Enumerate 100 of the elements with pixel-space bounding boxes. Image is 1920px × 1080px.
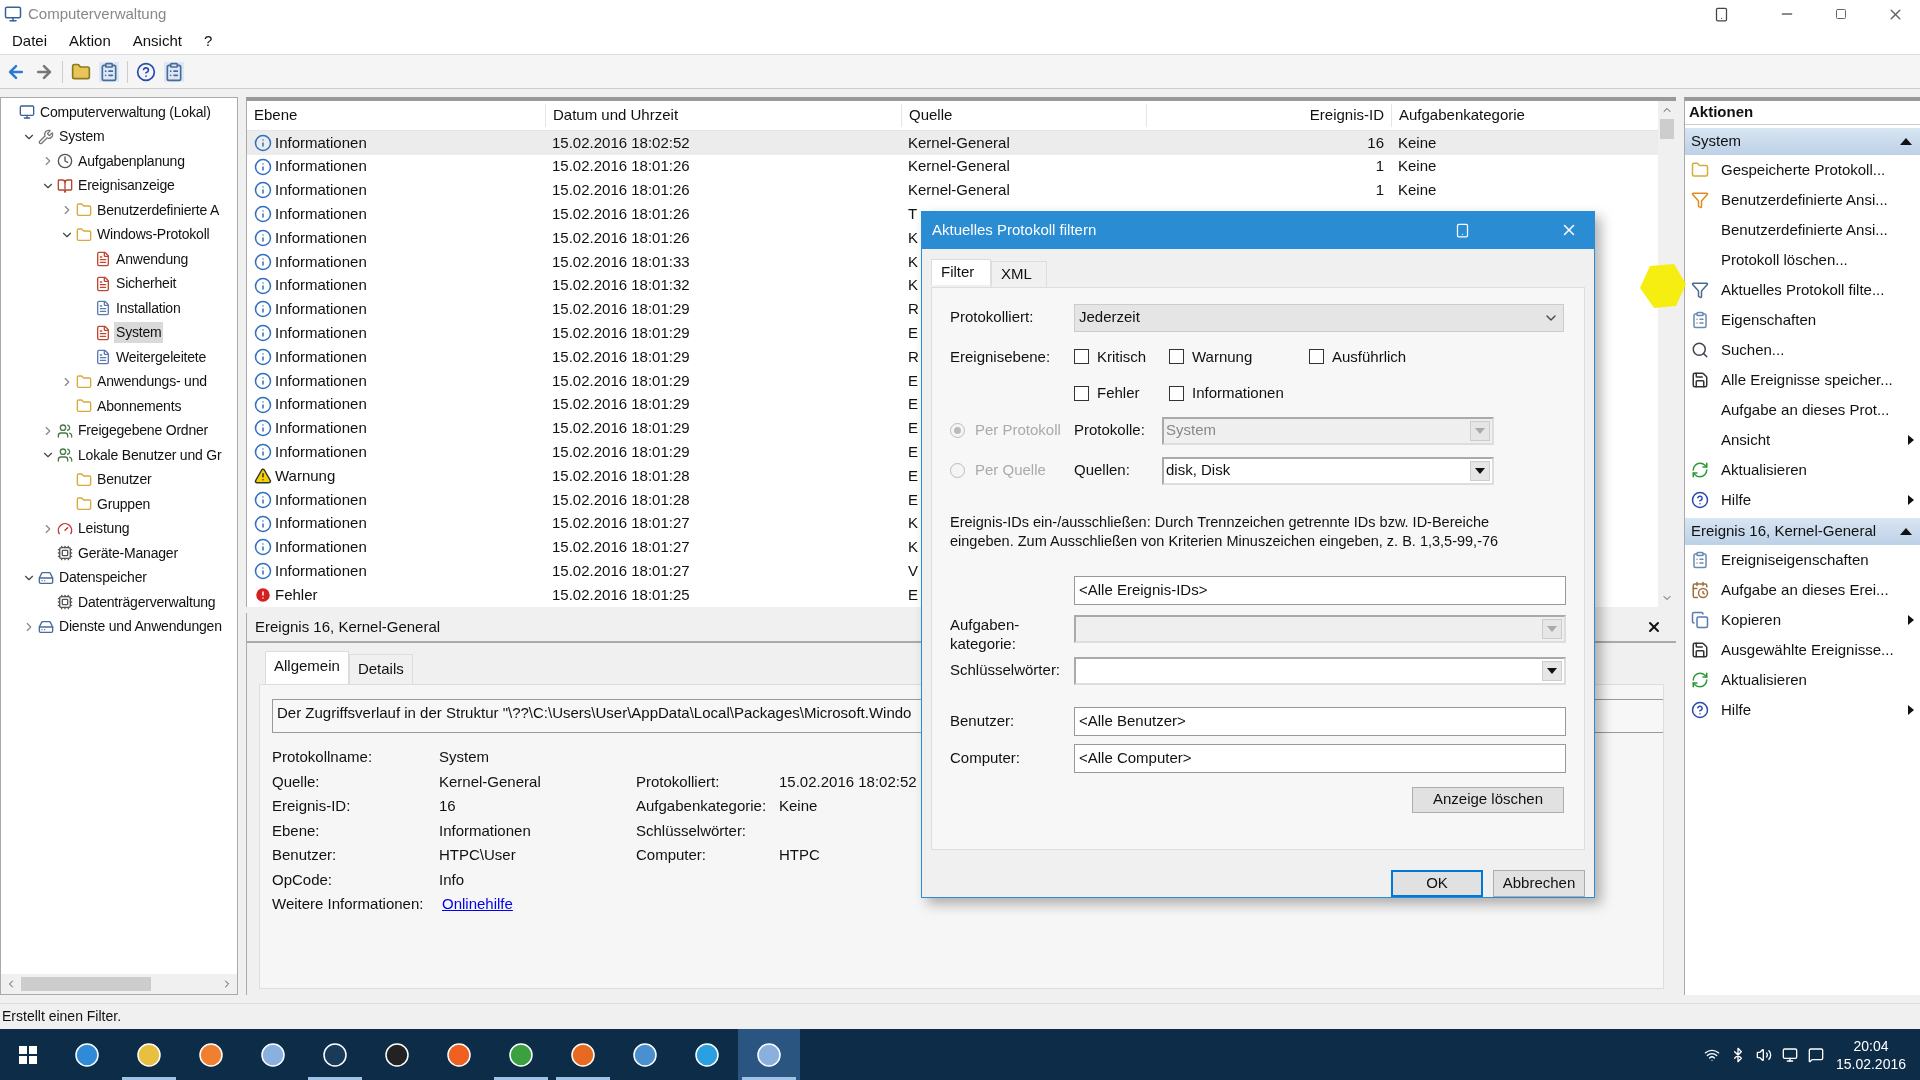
field-value: Keine <box>779 796 818 816</box>
table-cell-text: Informationen <box>275 394 367 415</box>
table-cell-text: Informationen <box>275 227 367 248</box>
table-cell: 15.02.2016 18:01:29 <box>552 300 690 318</box>
table-cell-text: Informationen <box>275 251 367 272</box>
checkbox-label: Informationen <box>1192 383 1284 404</box>
field-label: Quelle: <box>272 771 321 792</box>
field-label: Protokolliert: <box>636 771 721 792</box>
table-cell-text: Fehler <box>275 584 318 605</box>
field-value: Info <box>439 870 465 888</box>
table-cell: 15.02.2016 18:01:28 <box>552 490 690 508</box>
table-cell: 15.02.2016 18:01:26 <box>552 181 690 199</box>
field-label: OpCode: <box>272 869 334 890</box>
table-cell-text: Informationen <box>275 561 367 581</box>
table-cell: 15.02.2016 18:01:29 <box>552 371 690 389</box>
field-value: HTPC <box>779 845 820 865</box>
table-cell: E <box>908 419 918 437</box>
checkbox-label: Warnung <box>1192 346 1253 367</box>
table-cell-text: Informationen <box>275 489 367 510</box>
table-cell-text: Informationen <box>275 180 367 201</box>
field-label: Protokollname: <box>272 747 374 767</box>
table-cell: 15.02.2016 18:01:27 <box>552 538 690 556</box>
field-label: Ereignisebene: <box>950 346 1052 367</box>
table-cell: 15.02.2016 18:01:32 <box>552 276 690 294</box>
table-cell-text: Informationen <box>275 537 367 558</box>
table-cell: R <box>908 347 919 365</box>
field-value: HTPC\User <box>439 846 516 863</box>
hint-text: Ereignis-IDs ein-/ausschließen: Durch Trennzeichen getrennte IDs bzw. ID-Bereiche eingeben. Zum Ausschließen von Kriterien Minuszeichen eingeben, z. B. 1,3,5-99,-76 <box>950 512 1500 551</box>
field-label: Schlüsselwörter: <box>950 660 1062 681</box>
checkbox-label: Ausführlich <box>1332 346 1407 367</box>
table-cell: E <box>908 443 918 460</box>
table-cell: K <box>908 228 918 246</box>
table-cell-text: Informationen <box>275 299 367 320</box>
checkbox-label: Kritisch <box>1097 346 1147 367</box>
table-cell: 15.02.2016 18:01:28 <box>552 466 690 484</box>
table-cell: E <box>908 395 918 413</box>
table-cell-text: Informationen <box>275 442 367 462</box>
table-cell-text: Informationen <box>275 418 367 439</box>
field-label: Schlüsselwörter: <box>636 820 748 841</box>
field-value: System <box>439 748 489 765</box>
table-cell: K <box>908 538 918 556</box>
table-cell: Kernel-General <box>908 181 1010 199</box>
table-cell: 1 <box>1375 181 1384 199</box>
table-cell-text: Informationen <box>275 346 367 367</box>
table-cell: 15.02.2016 18:02:52 <box>552 133 690 151</box>
table-cell: Keine <box>1398 181 1437 199</box>
radio-label: Per Quelle <box>975 460 1047 481</box>
table-cell-text: Informationen <box>275 323 367 343</box>
field-label: Computer: <box>636 845 708 865</box>
table-cell: 1 <box>1375 157 1384 175</box>
field-value: 16 <box>439 797 456 814</box>
status-text: Erstellt einen Filter. <box>2 1007 122 1026</box>
table-cell: E <box>908 490 918 508</box>
field-label: Ereignis-ID: <box>272 796 352 816</box>
field-label: Benutzer: <box>272 845 338 865</box>
table-cell: E <box>908 371 918 389</box>
table-cell: E <box>908 324 918 341</box>
table-cell: 15.02.2016 18:01:27 <box>552 514 690 532</box>
table-cell: Kernel-General <box>908 157 1010 175</box>
field-label: Ebene: <box>272 820 321 841</box>
table-cell: 16 <box>1367 133 1384 151</box>
table-cell: K <box>908 514 918 532</box>
field-label: Protokolle: <box>1074 420 1146 441</box>
table-cell: 15.02.2016 18:01:26 <box>552 205 690 223</box>
table-cell: Keine <box>1398 133 1437 151</box>
table-cell-text: Informationen <box>275 513 367 534</box>
radio-label: Per Protokoll <box>975 420 1062 441</box>
table-cell: 15.02.2016 18:01:29 <box>552 419 690 437</box>
field-value: Kernel-General <box>439 772 541 790</box>
table-cell: 15.02.2016 18:01:29 <box>552 347 690 365</box>
table-cell: V <box>908 562 918 579</box>
table-cell-text: Informationen <box>275 132 367 153</box>
field-value: Informationen <box>439 821 531 839</box>
field-label: Protokolliert: <box>950 307 1035 328</box>
field-label: Aufgabenkategorie: <box>636 796 768 816</box>
table-cell: 15.02.2016 18:01:29 <box>552 395 690 413</box>
table-cell: K <box>908 252 918 270</box>
table-cell: R <box>908 300 919 318</box>
window-title: Computerverwaltung <box>28 3 167 24</box>
field-label: Aufgaben-kategorie: <box>950 614 1021 654</box>
table-cell: E <box>908 585 918 603</box>
table-cell: 15.02.2016 18:01:26 <box>552 228 690 246</box>
field-value: 15.02.2016 18:02:52 <box>779 771 917 792</box>
checkbox-label: Fehler <box>1097 383 1140 404</box>
table-cell: Keine <box>1398 157 1437 175</box>
actions-title: Aktionen <box>1689 102 1754 123</box>
field-label: Weitere Informationen: <box>272 894 425 914</box>
table-cell-text: Warnung <box>275 465 336 486</box>
details-title: Ereignis 16, Kernel-General <box>255 616 441 637</box>
field-label: Quellen: <box>1074 460 1131 481</box>
table-cell-text: Informationen <box>275 275 367 296</box>
table-cell: E <box>908 466 918 484</box>
table-cell-text: Informationen <box>275 370 367 391</box>
field-label: Benutzer: <box>950 710 1016 731</box>
table-cell: T <box>908 205 918 223</box>
table-cell-text: Informationen <box>275 204 367 225</box>
dialog-title: Aktuelles Protokoll filtern <box>932 220 1097 241</box>
table-cell: Kernel-General <box>908 133 1010 151</box>
field-label: Computer: <box>950 747 1022 768</box>
table-cell-text: Informationen <box>275 156 367 177</box>
